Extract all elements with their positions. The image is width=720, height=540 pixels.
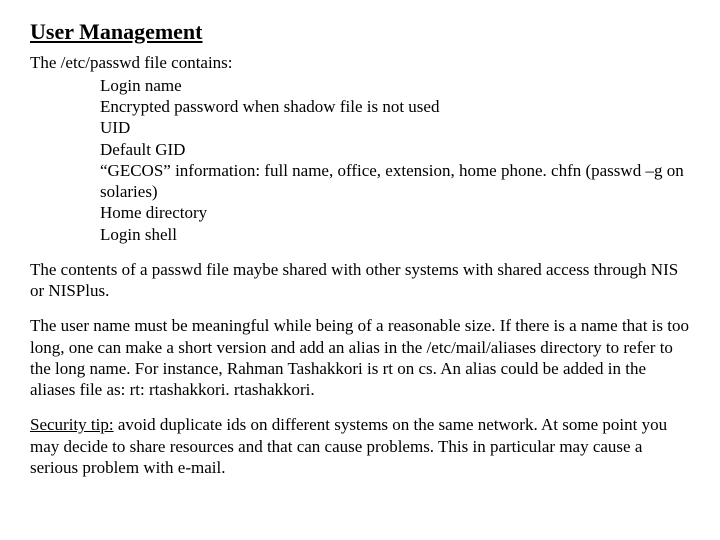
list-item: Login shell [100, 224, 690, 245]
paragraph-security: Security tip: avoid duplicate ids on dif… [30, 414, 690, 478]
list-item: Default GID [100, 139, 690, 160]
list-item: Login name [100, 75, 690, 96]
passwd-field-list: Login name Encrypted password when shado… [100, 75, 690, 245]
security-tip-text: avoid duplicate ids on different systems… [30, 415, 667, 477]
paragraph-alias: The user name must be meaningful while b… [30, 315, 690, 400]
paragraph-sharing: The contents of a passwd file maybe shar… [30, 259, 690, 302]
list-item: “GECOS” information: full name, office, … [100, 160, 690, 203]
intro-line: The /etc/passwd file contains: [30, 52, 690, 73]
list-item: Encrypted password when shadow file is n… [100, 96, 690, 117]
list-item: UID [100, 117, 690, 138]
list-item: Home directory [100, 202, 690, 223]
security-tip-label: Security tip: [30, 415, 114, 434]
document-page: User Management The /etc/passwd file con… [0, 0, 720, 478]
page-title: User Management [30, 18, 690, 46]
